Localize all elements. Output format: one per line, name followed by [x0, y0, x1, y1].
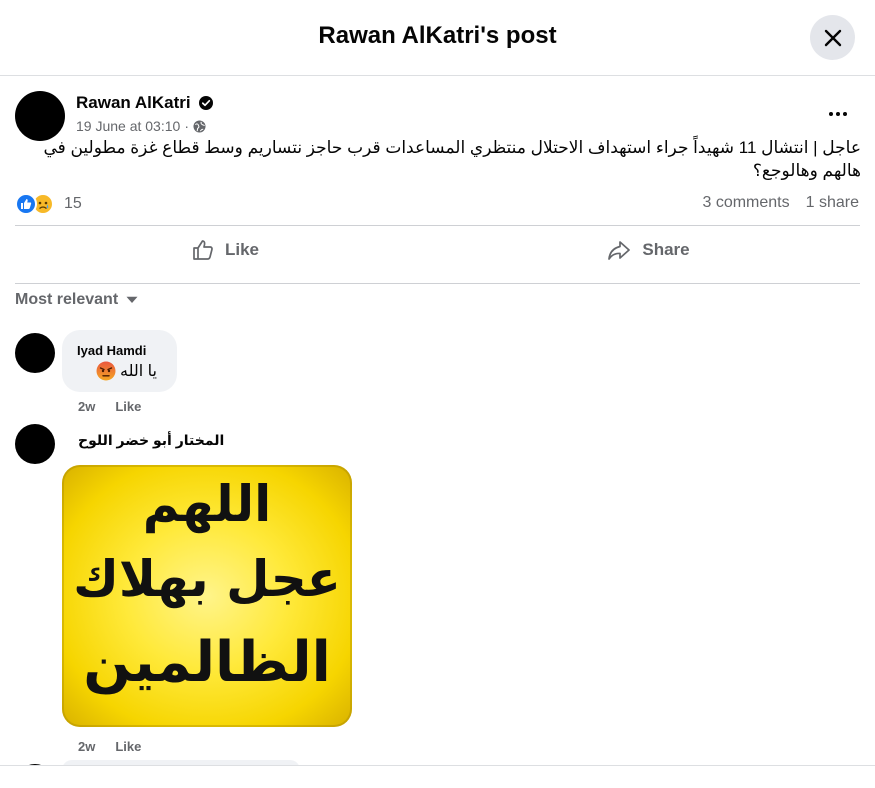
dialog-title: Rawan AlKatri's post: [318, 22, 557, 49]
meta-separator: ·: [184, 118, 189, 134]
shares-count[interactable]: 1 share: [806, 194, 859, 212]
post-timestamp[interactable]: 19 June at 03:10: [76, 118, 180, 134]
comment-like-button[interactable]: Like: [115, 399, 141, 414]
image-text-line: الظالمين: [83, 630, 331, 695]
dot: [829, 112, 833, 116]
comment-time[interactable]: 2w: [78, 739, 95, 754]
close-icon: [824, 29, 841, 46]
post-author[interactable]: Rawan AlKatri: [76, 93, 213, 113]
comment-avatar[interactable]: [15, 333, 55, 373]
divider: [15, 283, 860, 284]
like-reaction-icon: [15, 193, 37, 215]
comment-sort-dropdown[interactable]: Most relevant: [15, 291, 138, 309]
comment-bubble: Iyad Hamdi يا الله: [62, 330, 177, 392]
post-meta: 19 June at 03:10 ·: [76, 118, 206, 134]
comment-composer-bar: [0, 765, 875, 788]
caret-down-icon: [126, 296, 138, 303]
share-icon: [608, 241, 631, 260]
sort-label: Most relevant: [15, 291, 119, 308]
comment-content: يا الله: [96, 361, 157, 381]
image-text-line: اللهم: [142, 475, 272, 533]
dialog-header: Rawan AlKatri's post: [0, 0, 875, 76]
verified-badge-icon: [198, 96, 213, 110]
like-button[interactable]: Like: [180, 232, 270, 268]
comment-image[interactable]: اللهم عجل بهلاك الظالمين: [62, 465, 352, 727]
share-label: Share: [642, 240, 690, 259]
author-avatar[interactable]: [15, 91, 65, 141]
comment-like-button[interactable]: Like: [115, 739, 141, 754]
reactions-summary[interactable]: 15: [15, 193, 82, 215]
comments-count[interactable]: 3 comments: [702, 194, 789, 212]
globe-icon: [193, 119, 206, 133]
dot: [843, 112, 847, 116]
comment-meta: 2w Like: [78, 739, 141, 754]
thumbs-up-icon: [193, 240, 213, 260]
comment-time[interactable]: 2w: [78, 399, 95, 414]
more-options-button[interactable]: [822, 102, 854, 126]
post-stats: 3 comments 1 share: [702, 194, 859, 212]
share-button[interactable]: Share: [598, 232, 698, 268]
comment-author[interactable]: المختار أبو خضر اللوح: [78, 432, 224, 449]
comment-text: يا الله: [120, 363, 157, 380]
reaction-count[interactable]: 15: [64, 195, 82, 213]
close-button[interactable]: [810, 15, 855, 60]
post-author-name[interactable]: Rawan AlKatri: [76, 93, 191, 113]
like-label: Like: [224, 240, 260, 259]
angry-emoji-icon: [96, 361, 116, 381]
divider: [15, 225, 860, 226]
comment-avatar[interactable]: [15, 424, 55, 464]
comment-author[interactable]: Iyad Hamdi: [77, 343, 146, 358]
image-text-line: عجل بهلاك: [73, 550, 341, 608]
post-text: عاجل | انتشال 11 شهيداً جراء استهداف الا…: [43, 138, 861, 180]
comment-meta: 2w Like: [78, 399, 141, 414]
dot: [836, 112, 840, 116]
